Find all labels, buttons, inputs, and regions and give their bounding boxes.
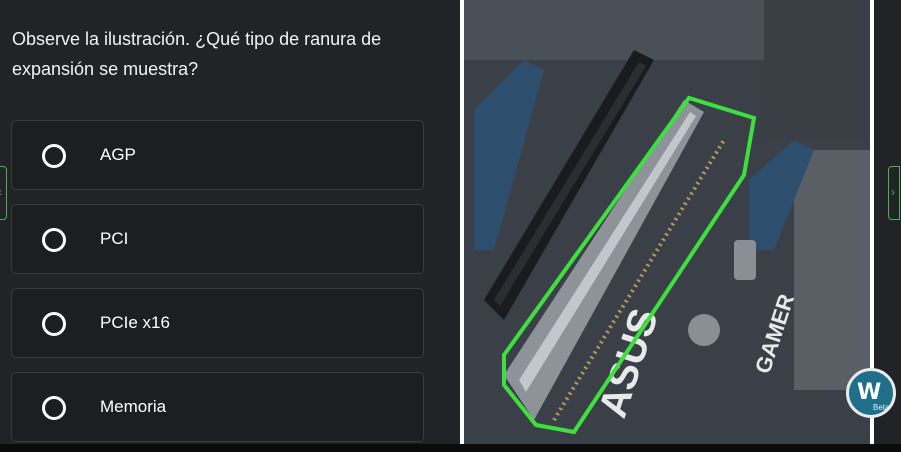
option-label: PCIe x16 <box>100 313 170 332</box>
question-text: Observe la ilustración. ¿Qué tipo de ran… <box>12 29 382 79</box>
assistant-badge[interactable]: W Beta <box>846 368 896 418</box>
option-agp[interactable]: AGP <box>11 120 424 190</box>
option-label: AGP <box>100 145 136 164</box>
motherboard-image: ASUS GAMER <box>460 0 874 444</box>
radio-icon[interactable] <box>42 228 66 252</box>
option-pcie-x16[interactable]: PCIe x16 <box>11 288 424 358</box>
motherboard-illustration: ASUS GAMER <box>464 0 870 444</box>
radio-icon[interactable] <box>42 312 66 336</box>
bottom-bar <box>0 444 901 452</box>
chevron-left-icon: ‹ <box>0 185 2 199</box>
beta-label: Beta <box>873 403 890 412</box>
assistant-logo-icon: W <box>857 380 882 405</box>
previous-button[interactable]: ‹ <box>0 166 7 220</box>
radio-icon[interactable] <box>42 144 66 168</box>
option-label: Memoria <box>100 397 167 416</box>
option-pci[interactable]: PCI <box>11 204 424 274</box>
radio-icon[interactable] <box>42 396 66 420</box>
next-button[interactable]: › <box>888 166 900 220</box>
chevron-right-icon: › <box>891 185 895 199</box>
option-label: PCI <box>100 229 129 248</box>
option-memoria[interactable]: Memoria <box>11 372 424 442</box>
